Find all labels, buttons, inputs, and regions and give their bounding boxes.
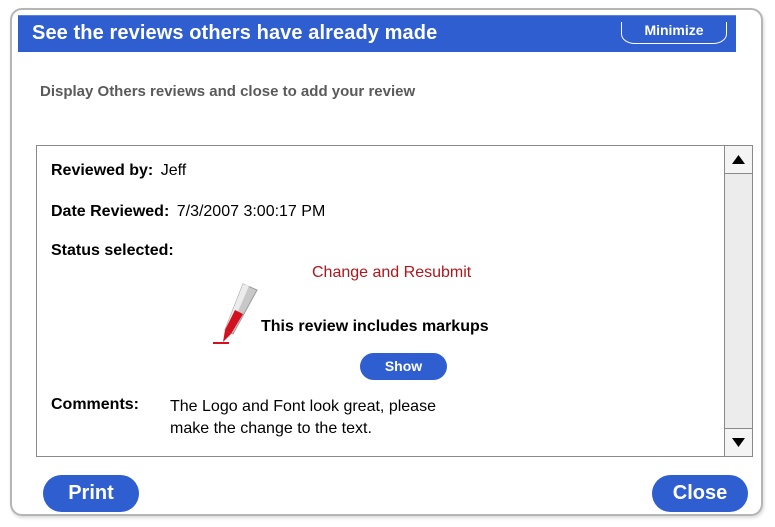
status-value: Change and Resubmit	[312, 264, 472, 281]
close-button[interactable]: Close	[652, 475, 748, 512]
show-markups-button[interactable]: Show	[360, 353, 447, 380]
date-reviewed-label: Date Reviewed:	[51, 203, 170, 220]
scroll-down-button[interactable]	[725, 428, 752, 456]
reviewed-by-label: Reviewed by:	[51, 162, 154, 179]
dialog-subtitle: Display Others reviews and close to add …	[40, 83, 416, 100]
dialog-title: See the reviews others have already made	[32, 22, 438, 44]
date-reviewed-row: Date Reviewed: 7/3/2007 3:00:17 PM	[51, 203, 325, 221]
vertical-scrollbar[interactable]	[724, 146, 752, 456]
minimize-button[interactable]: Minimize	[621, 22, 727, 44]
arrow-down-icon	[732, 438, 745, 447]
comments-label: Comments:	[51, 396, 140, 413]
reviewed-by-value: Jeff	[160, 162, 187, 179]
markup-notice: This review includes markups	[261, 318, 489, 335]
comments-text: The Logo and Font look great, please mak…	[170, 396, 530, 440]
scroll-up-button[interactable]	[725, 146, 752, 174]
arrow-up-icon	[732, 155, 745, 164]
review-content: Reviewed by: Jeff Date Reviewed: 7/3/200…	[37, 146, 725, 456]
reviewed-by-row: Reviewed by: Jeff	[51, 162, 186, 180]
scroll-track[interactable]	[725, 174, 752, 428]
date-reviewed-value: 7/3/2007 3:00:17 PM	[176, 203, 326, 220]
title-bar: See the reviews others have already made…	[18, 15, 736, 52]
pen-markup-icon	[213, 283, 258, 344]
comments-line-1: The Logo and Font look great, please	[170, 398, 436, 415]
status-row: Status selected:	[51, 242, 174, 260]
comments-line-2: make the change to the text.	[170, 420, 372, 437]
status-selected-label: Status selected:	[51, 242, 174, 259]
print-button[interactable]: Print	[43, 475, 139, 512]
reviews-scroll-panel[interactable]: Reviewed by: Jeff Date Reviewed: 7/3/200…	[36, 145, 753, 457]
